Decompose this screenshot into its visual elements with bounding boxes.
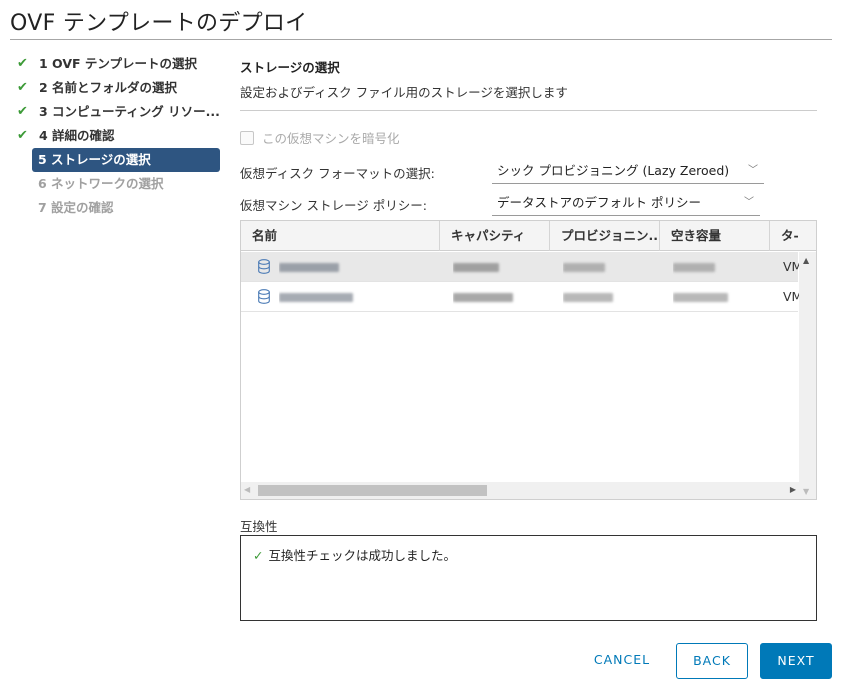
- encrypt-label: この仮想マシンを暗号化: [262, 131, 400, 146]
- title-divider: [10, 39, 832, 40]
- compatibility-label: 互換性: [240, 519, 278, 534]
- step-review-details[interactable]: ✔ 4 詳細の確認: [15, 124, 225, 148]
- capacity-redacted: [453, 252, 543, 282]
- encrypt-checkbox: [240, 130, 254, 145]
- step-select-storage[interactable]: 5 ストレージの選択: [32, 148, 220, 172]
- compatibility-message-row: ✓ 互換性チェックは成功しました。: [253, 545, 456, 564]
- check-icon: ✔: [17, 56, 28, 71]
- datastore-grid: 名前 キャパシティ プロビジョニン... 空き容量 タ- VM VM ▲ ▼ ◀…: [240, 220, 817, 500]
- free-space-redacted: [673, 252, 763, 282]
- datastore-name-redacted: [279, 252, 439, 282]
- step-select-template[interactable]: ✔ 1 OVF テンプレートの選択: [15, 52, 225, 76]
- disk-format-label: 仮想ディスク フォーマットの選択:: [240, 166, 435, 181]
- step-ready-complete: 7 設定の確認: [15, 196, 225, 220]
- col-header-provisioned[interactable]: プロビジョニン...: [550, 221, 660, 251]
- step-label: 4 詳細の確認: [39, 128, 115, 143]
- step-label: 3 コンピューティング リソー...: [39, 104, 220, 119]
- dialog-title: OVF テンプレートのデプロイ: [10, 11, 308, 36]
- check-icon: ✔: [17, 128, 28, 143]
- scroll-down-icon[interactable]: ▼: [803, 487, 809, 496]
- free-space-redacted: [673, 282, 763, 312]
- section-divider: [240, 110, 817, 111]
- cancel-button[interactable]: CANCEL: [586, 643, 658, 679]
- vertical-scrollbar[interactable]: ▲ ▼: [799, 252, 816, 499]
- step-compute-resource[interactable]: ✔ 3 コンピューティング リソー...: [15, 100, 225, 124]
- step-label: 2 名前とフォルダの選択: [39, 80, 178, 95]
- wizard-steps: ✔ 1 OVF テンプレートの選択 ✔ 2 名前とフォルダの選択 ✔ 3 コンピューテ…: [15, 52, 225, 220]
- disk-format-select[interactable]: シック プロビジョニング (Lazy Zeroed) ﹀: [492, 158, 764, 184]
- step-label: 5 ストレージの選択: [38, 152, 151, 167]
- compatibility-panel: ✓ 互換性チェックは成功しました。: [240, 535, 817, 621]
- step-label: 6 ネットワークの選択: [38, 176, 164, 191]
- table-row[interactable]: VM: [241, 282, 802, 312]
- step-label: 1 OVF テンプレートの選択: [39, 56, 198, 71]
- storage-section: ストレージの選択 設定およびディスク ファイル用のストレージを選択します: [240, 52, 817, 111]
- table-row[interactable]: VM: [241, 252, 802, 282]
- next-button[interactable]: NEXT: [760, 643, 832, 679]
- col-header-free[interactable]: 空き容量: [660, 221, 770, 251]
- datastore-icon: [258, 289, 270, 304]
- scroll-left-icon[interactable]: ◀: [244, 485, 250, 494]
- scroll-right-icon[interactable]: ▶: [790, 485, 796, 494]
- storage-policy-select[interactable]: データストアのデフォルト ポリシー ﹀: [492, 190, 760, 216]
- check-icon: ✔: [17, 80, 28, 95]
- storage-policy-value: データストアのデフォルト ポリシー: [497, 195, 701, 210]
- section-title: ストレージの選択: [240, 60, 340, 75]
- step-select-network: 6 ネットワークの選択: [15, 172, 225, 196]
- col-header-name[interactable]: 名前: [241, 221, 440, 251]
- col-header-type[interactable]: タ-: [770, 221, 816, 251]
- datastore-name-redacted: [279, 282, 439, 312]
- provisioned-redacted: [563, 282, 653, 312]
- encrypt-vm-option: この仮想マシンを暗号化: [240, 128, 400, 147]
- datastore-icon: [258, 259, 270, 274]
- step-name-folder[interactable]: ✔ 2 名前とフォルダの選択: [15, 76, 225, 100]
- check-icon: ✔: [17, 104, 28, 119]
- chevron-down-icon: ﹀: [748, 165, 758, 176]
- col-header-capacity[interactable]: キャパシティ: [440, 221, 550, 251]
- grid-header: 名前 キャパシティ プロビジョニン... 空き容量 タ-: [241, 221, 816, 251]
- storage-policy-label: 仮想マシン ストレージ ポリシー:: [240, 198, 427, 213]
- step-label: 7 設定の確認: [38, 200, 114, 215]
- capacity-redacted: [453, 282, 543, 312]
- section-description: 設定およびディスク ファイル用のストレージを選択します: [240, 85, 568, 100]
- back-button[interactable]: BACK: [676, 643, 748, 679]
- check-icon: ✓: [253, 548, 264, 563]
- chevron-down-icon: ﹀: [744, 197, 754, 208]
- provisioned-redacted: [563, 252, 653, 282]
- scrollbar-thumb[interactable]: [258, 485, 487, 496]
- horizontal-scrollbar[interactable]: ◀ ▶: [241, 482, 801, 499]
- compatibility-message: 互換性チェックは成功しました。: [268, 548, 456, 563]
- disk-format-value: シック プロビジョニング (Lazy Zeroed): [497, 163, 730, 178]
- scroll-up-icon[interactable]: ▲: [803, 256, 809, 265]
